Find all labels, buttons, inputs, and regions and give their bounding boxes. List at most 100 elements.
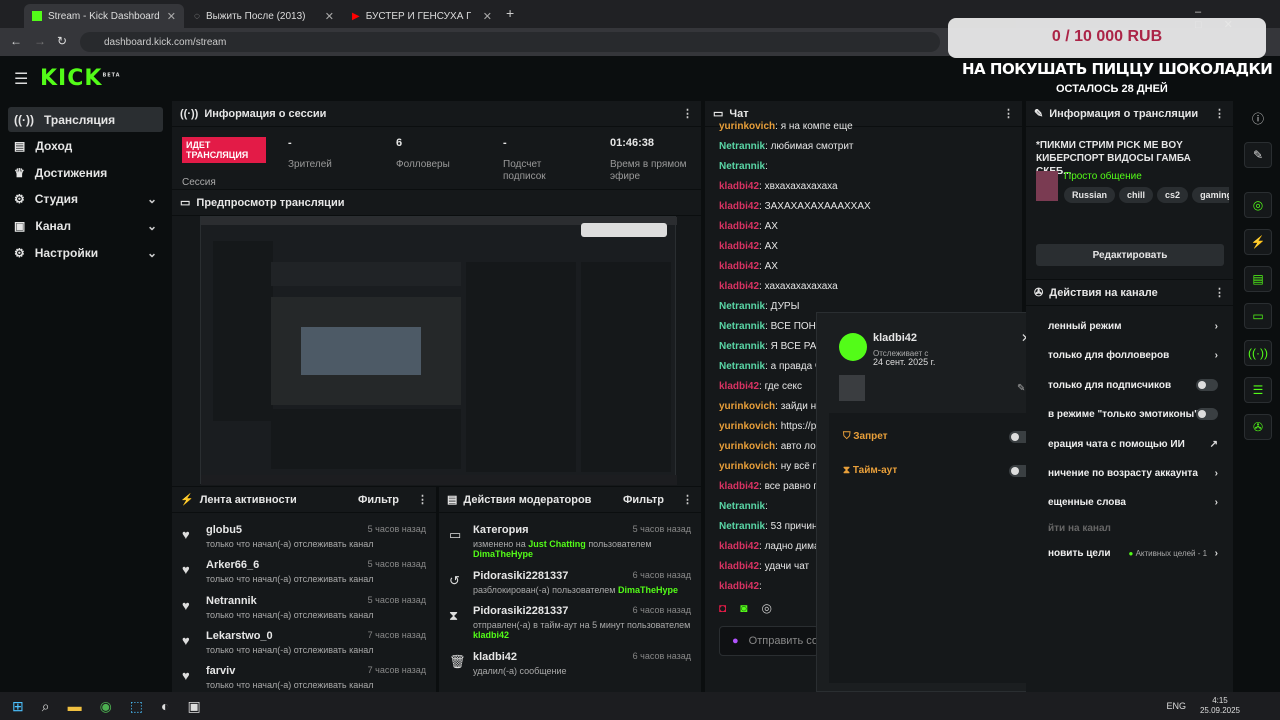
chat-message[interactable]: yurinkovich: зайди на с bbox=[719, 401, 830, 412]
chat-message[interactable]: yurinkovich: ну всё пок bbox=[719, 461, 828, 472]
edit-button[interactable]: Редактировать bbox=[1036, 244, 1224, 266]
more-icon[interactable]: ⋮ bbox=[1214, 286, 1225, 299]
chat-message[interactable]: Netrannik: Я ВСЕ РАСС bbox=[719, 341, 831, 352]
slow-mode-row[interactable]: ленный режим › bbox=[1026, 312, 1222, 340]
sidebar-item-income[interactable]: ▤ Доход bbox=[8, 133, 163, 158]
forward-icon[interactable]: → bbox=[34, 34, 46, 48]
sidebar-item-achievements[interactable]: ♛ Достижения bbox=[8, 160, 163, 185]
list-item[interactable]: ♥ Lekarstwo_0 только что начал(-а) отслежи… bbox=[182, 630, 426, 664]
chat-username[interactable]: kladbi42 bbox=[719, 581, 759, 592]
new-tab-button[interactable]: + bbox=[506, 5, 514, 21]
reload-icon[interactable]: ↻ bbox=[57, 34, 67, 48]
tab-vyzhit[interactable]: ◌ Выжить После (2013) ✕ bbox=[186, 4, 342, 28]
account-age-row[interactable]: ничение по возрасту аккаунта › bbox=[1026, 459, 1222, 487]
language-indicator[interactable]: ENG bbox=[1166, 701, 1186, 711]
menu-icon[interactable]: ☰ bbox=[14, 69, 28, 89]
chat-message[interactable]: kladbi42: АХ bbox=[719, 221, 778, 232]
chat-message[interactable]: Netrannik: любимая смотрит bbox=[719, 141, 853, 152]
broadcast-tool-button[interactable]: ((·)) bbox=[1244, 340, 1272, 366]
filter-button[interactable]: Фильтр bbox=[358, 494, 399, 506]
chat-username[interactable]: Netrannik bbox=[719, 361, 765, 372]
chat-message[interactable]: kladbi42: где секс bbox=[719, 381, 802, 392]
chat-username[interactable]: yurinkovich bbox=[719, 421, 775, 432]
more-icon[interactable]: ⋮ bbox=[1003, 107, 1014, 120]
more-icon[interactable]: ⋮ bbox=[682, 107, 693, 120]
go-to-channel-row[interactable]: йти на канал bbox=[1026, 514, 1222, 542]
chat-message[interactable]: Netrannik: 53 причины bbox=[719, 521, 825, 532]
update-goals-row[interactable]: новить цели ● Активных целей - 1 › bbox=[1026, 539, 1222, 567]
more-icon[interactable]: ⋮ bbox=[682, 493, 693, 506]
chat-message[interactable]: kladbi42: АХ bbox=[719, 261, 778, 272]
emote-icon[interactable]: ◙ bbox=[740, 601, 747, 615]
close-tab-icon[interactable]: ✕ bbox=[167, 10, 176, 23]
mic-icon[interactable]: ● bbox=[732, 635, 739, 647]
chat-message[interactable]: kladbi42: ладно дима т bbox=[719, 541, 827, 552]
filter-button[interactable]: Фильтр bbox=[623, 494, 664, 506]
url-field[interactable]: dashboard.kick.com/stream bbox=[80, 32, 940, 52]
edit-tool-button[interactable]: ✎ bbox=[1244, 142, 1272, 168]
chat-username[interactable]: kladbi42 bbox=[719, 481, 759, 492]
tab-youtube[interactable]: ▶ БУСТЕР И ГЕНСУХА ПОМ ✕ bbox=[344, 4, 500, 28]
close-tab-icon[interactable]: ✕ bbox=[483, 10, 492, 23]
subs-only-row[interactable]: только для подписчиков bbox=[1026, 371, 1222, 399]
list-item[interactable]: ⧗ Pidorasiki2281337 отправлен(-а) в тайм-а… bbox=[449, 605, 691, 649]
chat-username[interactable]: Netrannik bbox=[719, 141, 765, 152]
chat-message[interactable]: kladbi42: ЗАХАХАХАХАААХХАХ bbox=[719, 201, 871, 212]
kick-logo[interactable]: KICKBETA bbox=[40, 66, 121, 91]
emote-icon[interactable]: ◘ bbox=[719, 601, 726, 615]
list-item[interactable]: ↺ Pidorasiki2281337 разблокирован(-а) поль… bbox=[449, 570, 691, 604]
chat-message[interactable]: Netrannik: ВСЕ ПОНЯТ bbox=[719, 321, 829, 332]
chat-message[interactable]: Netrannik: bbox=[719, 501, 768, 512]
chat-username[interactable]: kladbi42 bbox=[719, 381, 759, 392]
windows-start-icon[interactable]: ⊞ bbox=[12, 698, 24, 715]
tag[interactable]: gaming bbox=[1192, 187, 1229, 203]
chat-username[interactable]: yurinkovich bbox=[719, 441, 775, 452]
sidebar-item-channel[interactable]: ▣ Канал ⌄ bbox=[8, 213, 163, 238]
more-icon[interactable]: ⋮ bbox=[1214, 107, 1225, 120]
pin-icon[interactable]: ✎ bbox=[1017, 383, 1025, 394]
bolt-tool-button[interactable]: ⚡ bbox=[1244, 229, 1272, 255]
followers-only-row[interactable]: только для фолловеров › bbox=[1026, 341, 1222, 369]
close-tab-icon[interactable]: ✕ bbox=[325, 10, 334, 23]
tag[interactable]: chill bbox=[1119, 187, 1154, 203]
info-icon[interactable]: ⓘ bbox=[1252, 110, 1264, 127]
chat-message[interactable]: yurinkovich: авто логи bbox=[719, 441, 825, 452]
file-explorer-icon[interactable]: ▬ bbox=[68, 698, 82, 714]
chat-message[interactable]: kladbi42: АХ bbox=[719, 241, 778, 252]
stream-preview-video[interactable] bbox=[200, 216, 677, 485]
obs-icon[interactable]: ◐ bbox=[161, 698, 169, 714]
chat-username[interactable]: kladbi42 bbox=[719, 181, 759, 192]
tab-kick-dashboard[interactable]: Stream - Kick Dashboard ✕ bbox=[24, 4, 184, 28]
chat-username[interactable]: Netrannik bbox=[719, 321, 765, 332]
list-item[interactable]: ♥ globu5 только что начал(-а) отслеживать … bbox=[182, 524, 426, 558]
chrome-icon[interactable]: ◉ bbox=[100, 698, 112, 715]
chat-username[interactable]: Netrannik bbox=[719, 501, 765, 512]
chat-username[interactable]: Netrannik bbox=[719, 301, 765, 312]
chat-message[interactable]: kladbi42: удачи чат bbox=[719, 561, 809, 572]
chat-username[interactable]: kladbi42 bbox=[719, 241, 759, 252]
chat-tool-button[interactable]: ▭ bbox=[1244, 303, 1272, 329]
sidebar-item-settings[interactable]: ⚙ Настройки ⌄ bbox=[8, 240, 163, 265]
chat-message[interactable]: Netrannik: ДУРЫ bbox=[719, 301, 799, 312]
chat-message[interactable]: yurinkovich: https://pik bbox=[719, 421, 824, 432]
wrench-tool-button[interactable]: ✇ bbox=[1244, 414, 1272, 440]
chat-username[interactable]: kladbi42 bbox=[719, 261, 759, 272]
chat-username[interactable]: kladbi42 bbox=[719, 541, 759, 552]
chat-message[interactable]: kladbi42: хахахахахахаха bbox=[719, 281, 838, 292]
chat-username[interactable]: kladbi42 bbox=[719, 221, 759, 232]
chat-username[interactable]: kladbi42 bbox=[719, 561, 759, 572]
banned-words-row[interactable]: ещенные слова › bbox=[1026, 488, 1222, 516]
chat-username[interactable]: yurinkovich bbox=[719, 121, 775, 132]
chat-message[interactable]: kladbi42: хвхахахахахаха bbox=[719, 181, 838, 192]
tag[interactable]: Russian bbox=[1064, 187, 1116, 203]
emote-only-row[interactable]: в режиме "только эмотиконы" bbox=[1026, 400, 1222, 428]
emote-icon[interactable]: ◎ bbox=[762, 601, 772, 615]
chat-username[interactable]: Netrannik bbox=[719, 341, 765, 352]
sidebar-item-stream[interactable]: ((·)) Трансляция bbox=[8, 107, 163, 132]
chat-username[interactable]: yurinkovich bbox=[719, 401, 775, 412]
chat-username[interactable]: kladbi42 bbox=[719, 281, 759, 292]
chat-message[interactable]: kladbi42: все равно п bbox=[719, 481, 819, 492]
doc-tool-button[interactable]: ▤ bbox=[1244, 266, 1272, 292]
list-tool-button[interactable]: ☰ bbox=[1244, 377, 1272, 403]
target-tool-button[interactable]: ◎ bbox=[1244, 192, 1272, 218]
